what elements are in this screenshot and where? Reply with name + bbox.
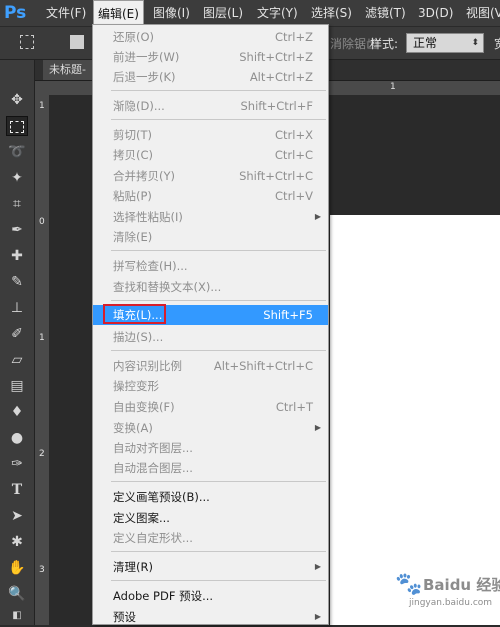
- move-tool-icon[interactable]: ✥: [6, 90, 28, 110]
- marquee-tool-icon[interactable]: [6, 116, 28, 136]
- menu-item-define-brush[interactable]: 定义画笔预设(B)...: [93, 487, 328, 507]
- menu-image[interactable]: 图像(I): [153, 0, 190, 26]
- submenu-arrow-icon: ▶: [314, 612, 321, 621]
- menu-item-step-forward[interactable]: 前进一步(W) Shift+Ctrl+Z: [93, 47, 328, 67]
- menu-separator: [111, 551, 326, 552]
- style-select[interactable]: 正常 ⬍: [406, 33, 484, 53]
- menu-type[interactable]: 文字(Y): [257, 0, 298, 26]
- eyedropper-tool-icon[interactable]: ✒: [6, 220, 28, 240]
- toolbox: ✥ ➰ ✦ ⌗ ✒ ✚ ✎ ⊥ ✐ ▱ ▤ ♦ ● ✑ T ➤ ✱ ✋ 🔍 ◧: [0, 60, 35, 625]
- menu-item-clear[interactable]: 清除(E): [93, 227, 328, 247]
- menu-separator: [111, 119, 326, 120]
- submenu-arrow-icon: ▶: [314, 212, 321, 221]
- menu-item-presets[interactable]: 预设 ▶: [93, 607, 328, 627]
- menu-item-stroke[interactable]: 描边(S)...: [93, 327, 328, 347]
- annotation-highlight-box: [103, 304, 166, 324]
- type-tool-icon[interactable]: T: [6, 480, 28, 500]
- menu-item-copy[interactable]: 拷贝(C) Ctrl+C: [93, 145, 328, 165]
- new-selection-icon[interactable]: [70, 35, 84, 49]
- baidu-watermark: 🐾 Baidu 经验 jingyan.baidu.com: [395, 570, 500, 620]
- menu-item-free-transform[interactable]: 自由变换(F) Ctrl+T: [93, 397, 328, 417]
- baidu-paw-icon: 🐾: [395, 572, 423, 597]
- menu-item-fade[interactable]: 渐隐(D)... Shift+Ctrl+F: [93, 96, 328, 116]
- menu-item-paste-special[interactable]: 选择性粘贴(I) ▶: [93, 207, 328, 227]
- menu-item-step-backward[interactable]: 后退一步(K) Alt+Ctrl+Z: [93, 67, 328, 87]
- menu-separator: [111, 580, 326, 581]
- magic-wand-tool-icon[interactable]: ✦: [6, 168, 28, 188]
- history-brush-tool-icon[interactable]: ✐: [6, 324, 28, 344]
- style-label: 样式:: [370, 37, 399, 51]
- ruler-number: 0: [39, 217, 45, 227]
- menu-item-spell-check[interactable]: 拼写检查(H)...: [93, 256, 328, 276]
- menu-edit[interactable]: 编辑(E): [93, 0, 144, 26]
- menu-item-auto-blend-layers[interactable]: 自动混合图层...: [93, 458, 328, 478]
- photoshop-logo: Ps: [4, 3, 27, 23]
- ruler-number: 1: [39, 333, 45, 343]
- gradient-tool-icon[interactable]: ▤: [6, 376, 28, 396]
- select-arrows-icon: ⬍: [471, 38, 479, 48]
- dodge-tool-icon[interactable]: ●: [6, 428, 28, 448]
- blur-tool-icon[interactable]: ♦: [6, 402, 28, 422]
- menu-layer[interactable]: 图层(L): [203, 0, 243, 26]
- menu-select[interactable]: 选择(S): [311, 0, 352, 26]
- menu-item-auto-align-layers[interactable]: 自动对齐图层...: [93, 438, 328, 458]
- menu-separator: [111, 300, 326, 301]
- eraser-tool-icon[interactable]: ▱: [6, 350, 28, 370]
- ruler-number: 3: [39, 565, 45, 575]
- document-tab[interactable]: 未标题-: [43, 60, 92, 80]
- watermark-url: jingyan.baidu.com: [409, 598, 493, 608]
- menu-item-cut[interactable]: 剪切(T) Ctrl+X: [93, 125, 328, 145]
- lasso-tool-icon[interactable]: ➰: [6, 142, 28, 162]
- brush-tool-icon[interactable]: ✎: [6, 272, 28, 292]
- ruler-vertical: 1 0 1 2 3: [35, 95, 50, 625]
- crop-tool-icon[interactable]: ⌗: [6, 194, 28, 214]
- menu-3d[interactable]: 3D(D): [418, 0, 453, 26]
- width-label: 宽: [494, 35, 500, 52]
- menu-item-undo[interactable]: 还原(O) Ctrl+Z: [93, 27, 328, 47]
- edit-menu-dropdown: 还原(O) Ctrl+Z 前进一步(W) Shift+Ctrl+Z 后退一步(K) A…: [92, 24, 329, 625]
- menu-item-define-pattern[interactable]: 定义图案...: [93, 508, 328, 528]
- menu-separator: [111, 90, 326, 91]
- menu-filter[interactable]: 滤镜(T): [365, 0, 406, 26]
- menu-item-transform[interactable]: 变换(A) ▶: [93, 418, 328, 438]
- submenu-arrow-icon: ▶: [314, 562, 321, 571]
- healing-brush-tool-icon[interactable]: ✚: [6, 246, 28, 266]
- ruler-number: 1: [390, 82, 396, 92]
- menu-bar: Ps 文件(F) 编辑(E) 图像(I) 图层(L) 文字(Y) 选择(S) 滤…: [0, 0, 500, 27]
- menu-separator: [111, 350, 326, 351]
- menu-item-define-custom-shape[interactable]: 定义自定形状...: [93, 528, 328, 548]
- ruler-number: 1: [39, 101, 45, 111]
- submenu-arrow-icon: ▶: [314, 423, 321, 432]
- path-selection-tool-icon[interactable]: ➤: [6, 506, 28, 526]
- menu-item-paste[interactable]: 粘贴(P) Ctrl+V: [93, 186, 328, 206]
- menu-item-find-replace[interactable]: 查找和替换文本(X)...: [93, 277, 328, 297]
- zoom-tool-icon[interactable]: 🔍: [6, 584, 28, 604]
- style-select-value: 正常: [413, 36, 438, 50]
- menu-separator: [111, 250, 326, 251]
- menu-item-copy-merged[interactable]: 合并拷贝(Y) Shift+Ctrl+C: [93, 166, 328, 186]
- menu-item-adobe-pdf-presets[interactable]: Adobe PDF 预设...: [93, 586, 328, 606]
- color-swatches-icon[interactable]: ◧: [6, 606, 28, 626]
- document-canvas[interactable]: [330, 215, 500, 625]
- hand-tool-icon[interactable]: ✋: [6, 558, 28, 578]
- menu-separator: [111, 481, 326, 482]
- ruler-number: 2: [39, 449, 45, 459]
- clone-stamp-tool-icon[interactable]: ⊥: [6, 298, 28, 318]
- menu-item-puppet-warp[interactable]: 操控变形: [93, 376, 328, 396]
- menu-item-purge[interactable]: 清理(R) ▶: [93, 557, 328, 577]
- menu-item-content-aware-scale[interactable]: 内容识别比例 Alt+Shift+Ctrl+C: [93, 356, 328, 376]
- menu-file[interactable]: 文件(F): [46, 0, 86, 26]
- shape-tool-icon[interactable]: ✱: [6, 532, 28, 552]
- watermark-brand: Baidu 经验: [423, 576, 500, 594]
- menu-view[interactable]: 视图(V: [466, 0, 500, 26]
- marquee-preset-icon[interactable]: [20, 35, 34, 49]
- pen-tool-icon[interactable]: ✑: [6, 454, 28, 474]
